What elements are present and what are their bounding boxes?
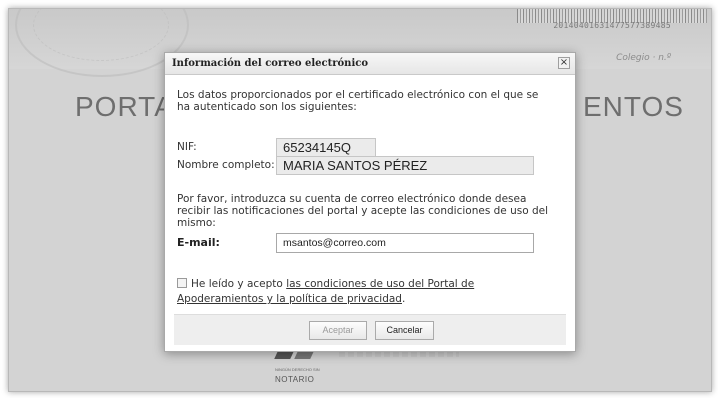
- accept-button[interactable]: Aceptar: [309, 321, 367, 340]
- barcode-number: 20140401631477577389485: [553, 21, 671, 30]
- header-decoration-text: Colegio · n.º: [616, 53, 671, 63]
- instructions-text: Por favor, introduzca su cuenta de corre…: [177, 193, 549, 229]
- logo-tagline: NINGÚN DERECHO SIN: [275, 367, 320, 372]
- email-label: E-mail:: [177, 236, 220, 249]
- dialog-button-bar: Aceptar Cancelar: [174, 314, 566, 345]
- terms-checkbox[interactable]: [177, 278, 187, 288]
- fullname-label: Nombre completo:: [177, 159, 275, 171]
- intro-text: Los datos proporcionados por el certific…: [177, 89, 539, 113]
- email-info-dialog: Información del correo electrónico × Los…: [164, 52, 576, 352]
- portal-title-right: ENTOS: [583, 91, 684, 122]
- dialog-title: Información del correo electrónico: [172, 58, 369, 69]
- terms-prefix: He leído y acepto: [191, 278, 287, 290]
- terms-suffix: .: [401, 293, 406, 305]
- nif-label: NIF:: [177, 141, 197, 153]
- close-button[interactable]: ×: [558, 57, 570, 69]
- nif-field: 65234145Q: [276, 138, 376, 157]
- dialog-titlebar: Información del correo electrónico ×: [165, 53, 575, 75]
- fullname-field: MARIA SANTOS PÉREZ: [276, 156, 534, 175]
- logo-name: NOTARIO: [275, 375, 315, 384]
- terms-row: He leído y acepto las condiciones de uso…: [177, 277, 557, 307]
- close-icon: ×: [559, 57, 569, 68]
- email-input[interactable]: [276, 233, 534, 253]
- cancel-button[interactable]: Cancelar: [375, 321, 434, 340]
